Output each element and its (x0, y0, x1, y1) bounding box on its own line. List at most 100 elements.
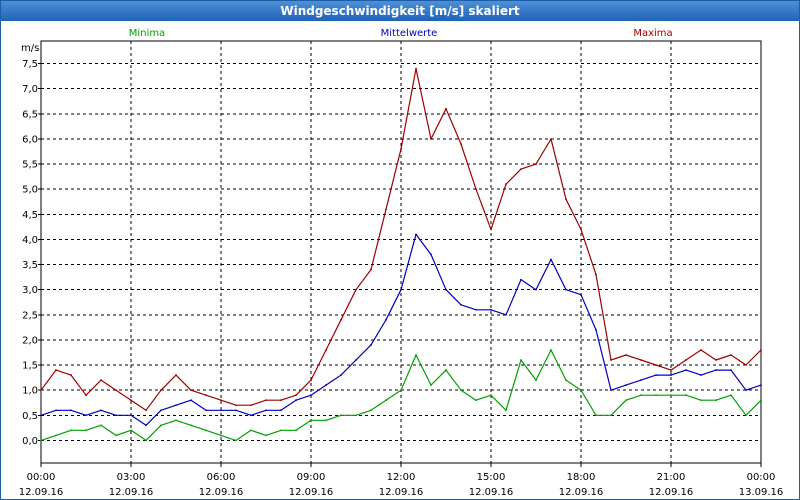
data-point (535, 288, 537, 291)
legend-label-maxima: Maxima (633, 28, 672, 39)
data-point (640, 359, 642, 361)
data-point (550, 349, 552, 351)
data-point (115, 389, 117, 392)
data-point (505, 409, 507, 412)
x-tick-time-label: 12:00 (387, 472, 416, 483)
y-tick-label: 0,0 (22, 436, 38, 447)
data-point (145, 424, 147, 427)
data-point (760, 349, 762, 351)
data-point (100, 409, 102, 412)
data-point (145, 439, 147, 442)
data-point (595, 328, 597, 331)
data-point (715, 359, 717, 361)
data-point (565, 288, 567, 291)
data-point (430, 138, 432, 140)
data-point (610, 389, 612, 392)
data-point (220, 434, 222, 437)
data-point (40, 439, 42, 442)
y-tick-label: 7,0 (22, 84, 38, 95)
data-point (640, 394, 642, 397)
data-point (460, 143, 462, 145)
data-point (85, 414, 87, 417)
data-point (700, 349, 702, 351)
y-tick-label: 1,5 (22, 361, 38, 372)
data-point (235, 409, 237, 412)
y-tick-label: 5,5 (22, 160, 38, 171)
data-point (655, 394, 657, 397)
data-point (625, 354, 627, 356)
data-point (535, 163, 537, 165)
data-point (355, 359, 357, 361)
data-point (730, 354, 732, 356)
data-point (490, 308, 492, 311)
data-point (40, 389, 42, 392)
data-point (130, 399, 132, 402)
data-point (625, 399, 627, 402)
data-point (565, 198, 567, 201)
x-tick-time-label: 03:00 (117, 472, 146, 483)
data-point (745, 364, 747, 366)
x-tick-date-label: 13.09.16 (739, 487, 784, 498)
x-tick-time-label: 15:00 (477, 472, 506, 483)
y-tick-label: 2,0 (22, 335, 38, 346)
y-tick-label: 6,5 (22, 109, 38, 120)
data-point (385, 208, 387, 211)
data-point (655, 364, 657, 366)
data-point (100, 379, 102, 382)
data-point (340, 318, 342, 321)
data-point (40, 414, 42, 417)
data-point (235, 404, 237, 407)
data-point (505, 313, 507, 316)
data-point (70, 409, 72, 412)
data-point (475, 308, 477, 311)
data-point (445, 288, 447, 291)
data-point (640, 379, 642, 382)
x-tick-date-label: 12.09.16 (109, 487, 154, 498)
data-point (265, 434, 267, 437)
data-point (520, 359, 522, 361)
y-axis-label: m/s (21, 43, 39, 54)
data-point (145, 409, 147, 412)
data-point (670, 369, 672, 371)
data-point (280, 429, 282, 432)
data-point (325, 384, 327, 387)
data-point (265, 409, 267, 412)
data-point (415, 67, 417, 70)
x-tick-time-label: 18:00 (567, 472, 596, 483)
data-point (175, 404, 177, 407)
y-tick-label: 1,0 (22, 386, 38, 397)
data-point (700, 399, 702, 402)
data-point (325, 419, 327, 422)
data-point (670, 374, 672, 376)
data-point (655, 374, 657, 376)
data-point (280, 409, 282, 412)
data-point (520, 278, 522, 281)
data-point (490, 228, 492, 231)
data-point (430, 384, 432, 387)
y-tick-label: 2,5 (22, 310, 38, 321)
x-tick-date-label: 12.09.16 (19, 487, 64, 498)
data-point (55, 369, 57, 371)
y-tick-label: 0,5 (22, 411, 38, 422)
legend-label-minima: Minima (129, 28, 165, 39)
data-point (745, 389, 747, 392)
data-point (340, 414, 342, 417)
x-tick-time-label: 00:00 (747, 472, 776, 483)
data-point (100, 424, 102, 427)
data-point (340, 374, 342, 376)
chart-svg: 0,0 0,5 1,0 1,5 2,0 2,5 3,0 3,5 4,0 4,5 5,0 5,5 6,0 6… (19, 28, 784, 498)
data-point (130, 429, 132, 432)
data-point (205, 409, 207, 412)
data-point (610, 414, 612, 417)
data-point (730, 369, 732, 371)
data-point (445, 369, 447, 371)
data-point (85, 394, 87, 397)
data-point (565, 379, 567, 382)
data-point (745, 414, 747, 417)
data-point (175, 419, 177, 422)
data-point (55, 434, 57, 437)
data-point (625, 384, 627, 387)
data-point (475, 399, 477, 402)
data-point (265, 399, 267, 402)
data-point (535, 379, 537, 382)
